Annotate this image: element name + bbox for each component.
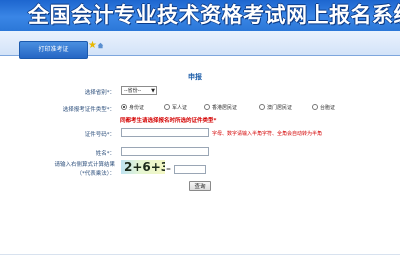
- captcha-image: 2+6+3: [121, 160, 165, 174]
- name-label: 姓名*：: [95, 151, 115, 157]
- radio-label-id-card: 身份证: [129, 105, 145, 111]
- province-select[interactable]: --省份-- ▼: [121, 86, 157, 95]
- query-button[interactable]: 查询: [189, 181, 211, 191]
- star-icon: ★: [88, 40, 97, 51]
- radio-label-hongkong-card: 香港居民证: [212, 105, 238, 111]
- id-number-hint: 字母、数字请输入半角字符、全角会自动转为半角: [212, 131, 323, 137]
- id-type-warning: 同都考生请选择报名时所选的证件类型*: [120, 118, 217, 124]
- tab-print-admission[interactable]: 打印准考证: [19, 41, 88, 59]
- captcha-expression: 2+6+3: [124, 160, 165, 174]
- footer-divider: [0, 254, 400, 255]
- chevron-down-icon: ▼: [151, 88, 155, 94]
- radio-label-macau-card: 澳门居民证: [267, 105, 293, 111]
- radio-taiwan-card[interactable]: [312, 104, 318, 110]
- radio-label-military-card: 军人证: [172, 105, 188, 111]
- id-number-label: 证件号码*：: [84, 132, 115, 138]
- id-type-label: 选择报考证件类型*：: [62, 107, 115, 113]
- radio-military-card[interactable]: [164, 104, 170, 110]
- province-label: 选择省别*：: [84, 90, 115, 96]
- radio-hongkong-card[interactable]: [204, 104, 210, 110]
- home-icon: [97, 42, 104, 49]
- name-input[interactable]: [121, 147, 209, 156]
- form-heading: 申报: [188, 73, 202, 81]
- header-banner: 全国会计专业技术资格考试网上报名系统: [0, 0, 400, 31]
- captcha-label-note: （*代表乘法）：: [76, 171, 115, 177]
- province-select-value: --省份--: [124, 88, 142, 94]
- system-title: 全国会计专业技术资格考试网上报名系统: [28, 2, 400, 27]
- captcha-equals: =: [166, 166, 172, 173]
- radio-id-card[interactable]: [121, 104, 127, 110]
- captcha-label: 请输入右侧算式计算结果: [54, 162, 115, 168]
- radio-label-taiwan-card: 台胞证: [320, 105, 336, 111]
- id-number-input[interactable]: [121, 128, 209, 137]
- radio-macau-card[interactable]: [259, 104, 265, 110]
- captcha-answer-input[interactable]: [174, 165, 206, 174]
